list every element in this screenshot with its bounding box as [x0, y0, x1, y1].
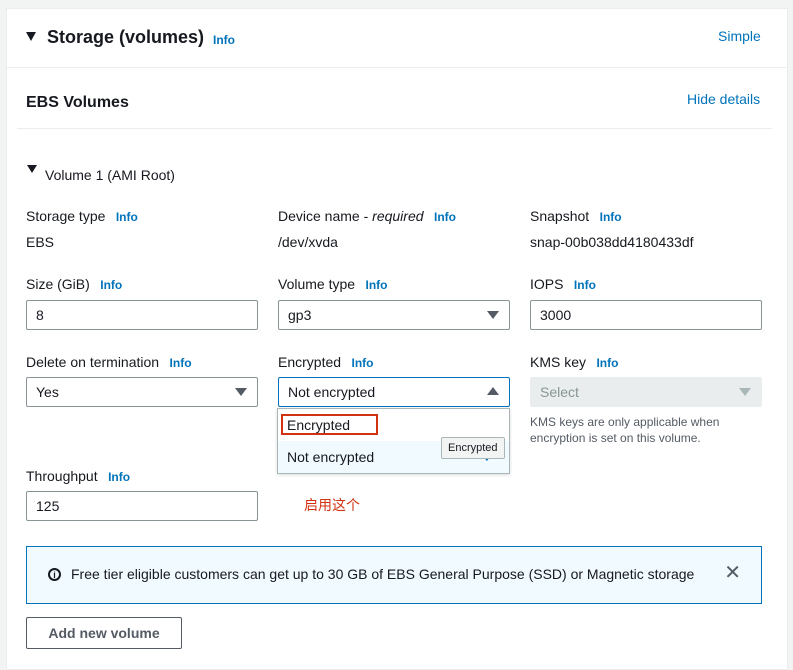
size-field: Size (GiB) Info	[26, 276, 122, 294]
iops-label: IOPS	[530, 276, 564, 292]
annotation-note: 启用这个	[304, 497, 360, 513]
device-name-value: /dev/xvda	[278, 234, 338, 250]
volume-type-value: gp3	[288, 307, 312, 323]
section-title: Storage (volumes)	[47, 27, 205, 47]
snapshot-label: Snapshot	[530, 208, 590, 224]
delete-on-termination-info-link[interactable]: Info	[170, 356, 192, 370]
throughput-label: Throughput	[26, 468, 98, 484]
encrypted-info-link[interactable]: Info	[352, 356, 374, 370]
kms-key-select[interactable]: Select	[530, 377, 762, 407]
chevron-down-icon	[235, 388, 247, 396]
divider	[7, 67, 786, 68]
encrypted-select[interactable]: Not encrypted	[278, 377, 510, 407]
device-name-info-link[interactable]: Info	[434, 210, 456, 224]
option-not-encrypted-label: Not encrypted	[287, 449, 375, 465]
snapshot-value: snap-00b038dd4180433df	[530, 234, 694, 250]
storage-type-info-link[interactable]: Info	[116, 210, 138, 224]
throughput-field: Throughput Info	[26, 468, 130, 486]
tooltip: Encrypted	[441, 437, 505, 459]
divider	[17, 128, 772, 129]
section-info-link[interactable]: Info	[213, 33, 235, 47]
kms-key-field: KMS key Info	[530, 354, 618, 372]
kms-key-help-line-2: encryption is set on this volume.	[530, 431, 701, 445]
delete-on-termination-label: Delete on termination	[26, 354, 160, 370]
volume-type-field: Volume type Info	[278, 276, 388, 294]
storage-type-value: EBS	[26, 234, 55, 250]
alert-text: Free tier eligible customers can get up …	[71, 566, 695, 582]
volume-caret-icon[interactable]	[27, 165, 37, 173]
throughput-info-link[interactable]: Info	[108, 470, 130, 484]
hide-details-link[interactable]: Hide details	[687, 91, 760, 107]
size-input[interactable]: 8	[26, 300, 258, 330]
size-label: Size (GiB)	[26, 276, 90, 292]
kms-key-info-link[interactable]: Info	[596, 356, 618, 370]
ebs-title: EBS Volumes	[26, 94, 129, 111]
chevron-up-icon	[487, 387, 499, 395]
kms-key-placeholder: Select	[540, 384, 579, 400]
chevron-down-icon	[487, 311, 499, 319]
encrypted-label: Encrypted	[278, 354, 342, 370]
delete-on-termination-field: Delete on termination Info	[26, 354, 192, 372]
highlight-box	[281, 414, 378, 435]
iops-field: IOPS Info	[530, 276, 596, 294]
delete-on-termination-value: Yes	[36, 384, 59, 400]
add-new-volume-button[interactable]: Add new volume	[26, 617, 182, 649]
throughput-input[interactable]: 125	[26, 491, 258, 521]
chevron-down-icon	[739, 388, 751, 396]
encrypted-field: Encrypted Info	[278, 354, 374, 372]
free-tier-alert: i Free tier eligible customers can get u…	[26, 546, 762, 604]
kms-key-label: KMS key	[530, 354, 587, 370]
iops-input[interactable]: 3000	[530, 300, 762, 330]
snapshot-info-link[interactable]: Info	[600, 210, 622, 224]
device-name-label: Device name -	[278, 208, 373, 224]
snapshot-field: Snapshot Info	[530, 208, 622, 226]
delete-on-termination-select[interactable]: Yes	[26, 377, 258, 407]
device-name-field: Device name - required Info	[278, 208, 456, 226]
volume-type-label: Volume type	[278, 276, 356, 292]
iops-info-link[interactable]: Info	[574, 278, 596, 292]
device-name-required: required	[372, 208, 424, 224]
volume-type-info-link[interactable]: Info	[366, 278, 388, 292]
volume-title: Volume 1 (AMI Root)	[45, 167, 175, 183]
kms-key-help: KMS keys are only applicable when encryp…	[530, 414, 719, 446]
close-icon[interactable]: ✕	[724, 563, 741, 583]
info-circle-icon: i	[48, 568, 61, 581]
simple-mode-link[interactable]: Simple	[718, 28, 761, 44]
volume-type-select[interactable]: gp3	[278, 300, 510, 330]
kms-key-help-line-1: KMS keys are only applicable when	[530, 415, 720, 429]
storage-type-field: Storage type Info	[26, 208, 138, 226]
size-info-link[interactable]: Info	[100, 278, 122, 292]
encrypted-value: Not encrypted	[288, 384, 376, 400]
storage-type-label: Storage type	[26, 208, 106, 224]
collapse-caret-icon[interactable]	[26, 32, 36, 41]
